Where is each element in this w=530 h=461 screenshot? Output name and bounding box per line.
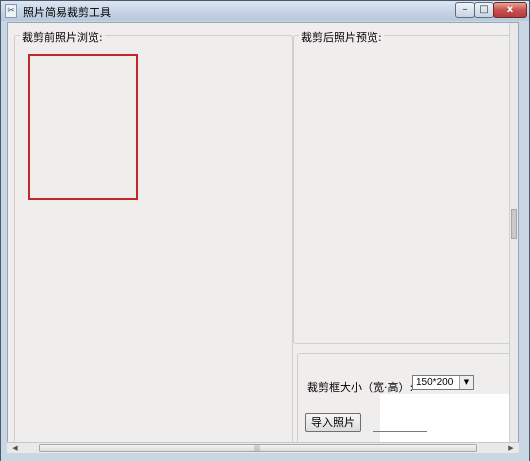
- vertical-scrollbar[interactable]: [509, 23, 518, 451]
- grip-icon: |||: [254, 445, 261, 452]
- window-title: 照片简易裁剪工具: [23, 6, 111, 19]
- before-crop-label: 裁剪前照片浏览:: [20, 29, 105, 45]
- crop-size-value: 150*200: [416, 377, 454, 388]
- maximize-button[interactable]: □: [474, 2, 494, 18]
- app-window: ✂ 照片简易裁剪工具 – □ x 裁剪前照片浏览: 裁剪后照片预览: 裁剪框大小…: [0, 0, 530, 461]
- after-crop-label: 裁剪后照片预览:: [299, 29, 384, 45]
- scroll-left-icon[interactable]: ◀: [9, 443, 21, 453]
- crop-size-select[interactable]: 150*200 ▼: [412, 375, 474, 390]
- title-bar[interactable]: ✂ 照片简易裁剪工具 – □ x: [1, 1, 529, 21]
- crop-size-label: 裁剪框大小（宽·高）:: [307, 381, 414, 394]
- client-area: 裁剪前照片浏览: 裁剪后照片预览: 裁剪框大小（宽·高）: 150*200 ▼ …: [7, 22, 519, 452]
- window-bottom-border: [1, 453, 529, 461]
- close-button[interactable]: x: [493, 2, 527, 18]
- import-photo-button[interactable]: 导入照片: [305, 413, 361, 432]
- horizontal-scrollbar[interactable]: ◀ ||| ▶: [7, 442, 519, 453]
- minimize-button[interactable]: –: [455, 2, 475, 18]
- crop-frame[interactable]: [28, 54, 138, 200]
- before-crop-groupbox: 裁剪前照片浏览:: [14, 29, 293, 451]
- scroll-right-icon[interactable]: ▶: [505, 443, 517, 453]
- vertical-scroll-thumb[interactable]: [511, 209, 517, 239]
- divider: [373, 431, 427, 432]
- chevron-down-icon[interactable]: ▼: [459, 376, 473, 389]
- after-crop-groupbox: 裁剪后照片预览:: [293, 29, 518, 344]
- horizontal-scroll-thumb[interactable]: |||: [39, 444, 477, 452]
- app-icon[interactable]: ✂: [5, 4, 17, 18]
